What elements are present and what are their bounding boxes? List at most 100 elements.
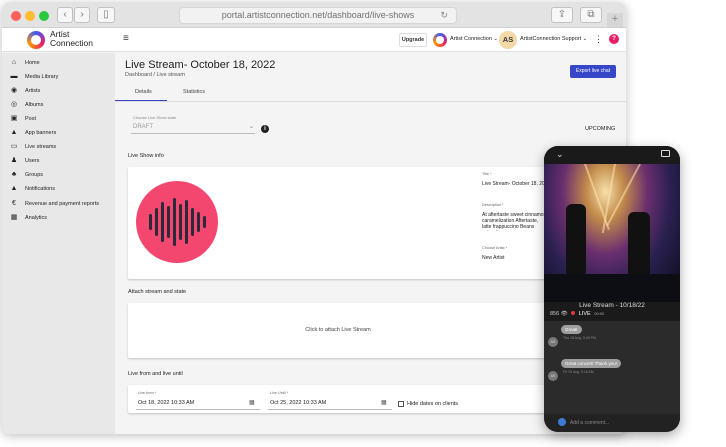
info-icon[interactable]: i <box>261 125 269 133</box>
title-field-label: Title * <box>482 172 492 176</box>
artist-connection-logo <box>27 31 45 49</box>
title-field[interactable]: Live Stream- October 18, 2022 <box>482 181 548 187</box>
more-options-icon[interactable]: ⋮ <box>594 34 603 45</box>
calendar-icon[interactable]: ▦ <box>249 399 255 406</box>
avatar <box>558 418 566 426</box>
bell-icon: ▲ <box>10 129 18 136</box>
sidebar-item-label: Albums <box>25 102 44 108</box>
hide-dates-label: Hide dates on clients <box>407 401 459 407</box>
artist-field-label: Choose Artist * <box>482 246 508 250</box>
address-bar[interactable]: portal.artistconnection.net/dashboard/li… <box>179 7 457 24</box>
sidebar-item-groups[interactable]: ♣ Groups <box>2 169 115 183</box>
sidebar-item-analytics[interactable]: ▦ Analytics <box>2 212 115 226</box>
folder-icon: ▬ <box>10 73 18 80</box>
groups-icon: ♣ <box>11 171 17 178</box>
notification-icon: ▲ <box>10 185 18 192</box>
sidebar-item-home[interactable]: ⌂ Home <box>2 57 115 71</box>
cast-icon[interactable] <box>661 150 670 157</box>
state-select[interactable]: DRAFT <box>133 124 153 130</box>
browser-titlebar: ‹ › ▯ portal.artistconnection.net/dashbo… <box>2 2 626 28</box>
new-tab-button[interactable]: + <box>607 13 623 27</box>
status-badge: UPCOMING <box>585 126 616 132</box>
state-select-label: Choose Live Show state <box>133 115 177 120</box>
soundwave-icon <box>149 198 206 246</box>
avatar: AS <box>548 371 558 381</box>
section-title-live-show-info: Live Show info <box>128 153 164 159</box>
artist-select[interactable]: New Artist <box>482 255 505 261</box>
tabs-overview-icon[interactable]: ⧉ <box>580 7 602 23</box>
user-avatar[interactable]: AS <box>499 31 517 49</box>
close-window-button[interactable] <box>11 11 21 21</box>
share-icon[interactable]: ⇪ <box>551 7 573 23</box>
viewer-count: 856 👁 LIVE 00:00 <box>550 311 604 317</box>
hamburger-menu-icon[interactable]: ≡ <box>123 33 129 44</box>
sidebar-item-app-banners[interactable]: ▲ App banners <box>2 127 115 141</box>
live-until-label: Live Until * <box>270 391 289 395</box>
live-show-info-card: Title * Live Stream- October 18, 2022 De… <box>128 167 548 279</box>
live-from-label: Live from * <box>138 391 157 395</box>
sidebar-item-label: Artists <box>25 88 41 94</box>
sidebar-item-label: Post <box>25 116 37 122</box>
minimize-window-button[interactable] <box>25 11 35 21</box>
viewer-count-text: 856 👁 <box>550 311 568 317</box>
message-time: Fri 19 Aug, 9:16 AM <box>563 370 594 374</box>
sidebar-item-media-library[interactable]: ▬ Media Library <box>2 71 115 85</box>
chevron-down-icon[interactable]: ⌄ <box>556 149 564 160</box>
sidebar-item-notifications[interactable]: ▲ Notifications <box>2 183 115 197</box>
stage-floor <box>544 274 680 302</box>
sidebar-toggle-icon[interactable]: ▯ <box>97 7 115 23</box>
section-title-live-dates: Live from and live until <box>128 371 183 377</box>
help-icon[interactable]: ? <box>609 34 619 44</box>
phone-top-bar: ⌄ <box>544 146 680 164</box>
forward-icon[interactable]: › <box>74 7 90 23</box>
post-icon: ▣ <box>10 115 18 122</box>
maximize-window-button[interactable] <box>39 11 49 21</box>
calendar-icon[interactable]: ▦ <box>381 399 387 406</box>
sidebar-item-label: Media Library <box>25 74 59 80</box>
app-logo-text: Artist Connection <box>50 30 93 48</box>
attach-stream-card[interactable]: Click to attach Live Stream <box>128 303 548 358</box>
sidebar-item-label: Groups <box>25 172 44 178</box>
comment-input[interactable]: Add a comment... <box>544 414 680 432</box>
chevron-down-icon[interactable]: ⌄ <box>249 123 254 130</box>
sidebar: ⌂ Home ▬ Media Library ◉ Artists ◎ Albums ▣ P… <box>2 53 115 434</box>
avatar: AS <box>548 337 558 347</box>
tab-statistics[interactable]: Statistics <box>183 89 205 95</box>
phone-preview: ⌄ Live Stream - 10/18/22 856 👁 LIVE 00:0… <box>544 146 680 432</box>
sidebar-item-live-streams[interactable]: ▭ Live streams <box>2 141 115 155</box>
export-live-chat-button[interactable]: Export live chat <box>570 65 616 78</box>
chat-message: Great concert! Thank you! <box>561 359 621 368</box>
sidebar-item-albums[interactable]: ◎ Albums <box>2 99 115 113</box>
hide-dates-checkbox[interactable] <box>398 401 404 407</box>
org-switcher[interactable]: Artist Connection ⌄ <box>450 36 498 42</box>
live-video[interactable] <box>544 164 680 302</box>
live-timer: 00:00 <box>594 311 605 316</box>
sidebar-item-revenue-reports[interactable]: € Revenue and payment reports <box>2 198 115 212</box>
back-icon[interactable]: ‹ <box>57 7 73 23</box>
user-menu[interactable]: ArtistConnection Support ⌄ <box>520 36 587 42</box>
tab-details[interactable]: Details <box>135 89 152 95</box>
attach-live-stream-button[interactable]: Click to attach Live Stream <box>128 303 548 358</box>
browser-window: ‹ › ▯ portal.artistconnection.net/dashbo… <box>2 2 626 434</box>
chat-message: Great! <box>561 325 582 334</box>
sidebar-item-label: App banners <box>25 130 57 136</box>
sidebar-item-label: Notifications <box>25 186 55 192</box>
analytics-icon: ▦ <box>10 214 18 221</box>
sidebar-item-post[interactable]: ▣ Post <box>2 113 115 127</box>
sidebar-item-label: Live streams <box>25 144 57 150</box>
sidebar-item-label: Home <box>25 60 40 66</box>
select-underline <box>131 133 255 134</box>
live-from-field[interactable]: Oct 18, 2022 10:33 AM <box>138 400 194 406</box>
reload-icon[interactable]: ↻ <box>440 8 448 23</box>
upgrade-button[interactable]: Upgrade <box>399 33 427 47</box>
sidebar-item-users[interactable]: ♟ Users <box>2 155 115 169</box>
cover-image[interactable] <box>136 181 218 263</box>
live-until-field[interactable]: Oct 25, 2022 10:33 AM <box>270 400 326 406</box>
euro-icon: € <box>12 200 16 207</box>
page-title: Live Stream- October 18, 2022 <box>125 59 276 71</box>
tabs-divider <box>115 101 626 102</box>
description-field-label: Description * <box>482 203 504 207</box>
description-field[interactable]: At aftertaste sweet cinnamon caramelizat… <box>482 212 548 231</box>
performer-silhouette <box>566 204 586 274</box>
sidebar-item-artists[interactable]: ◉ Artists <box>2 85 115 99</box>
